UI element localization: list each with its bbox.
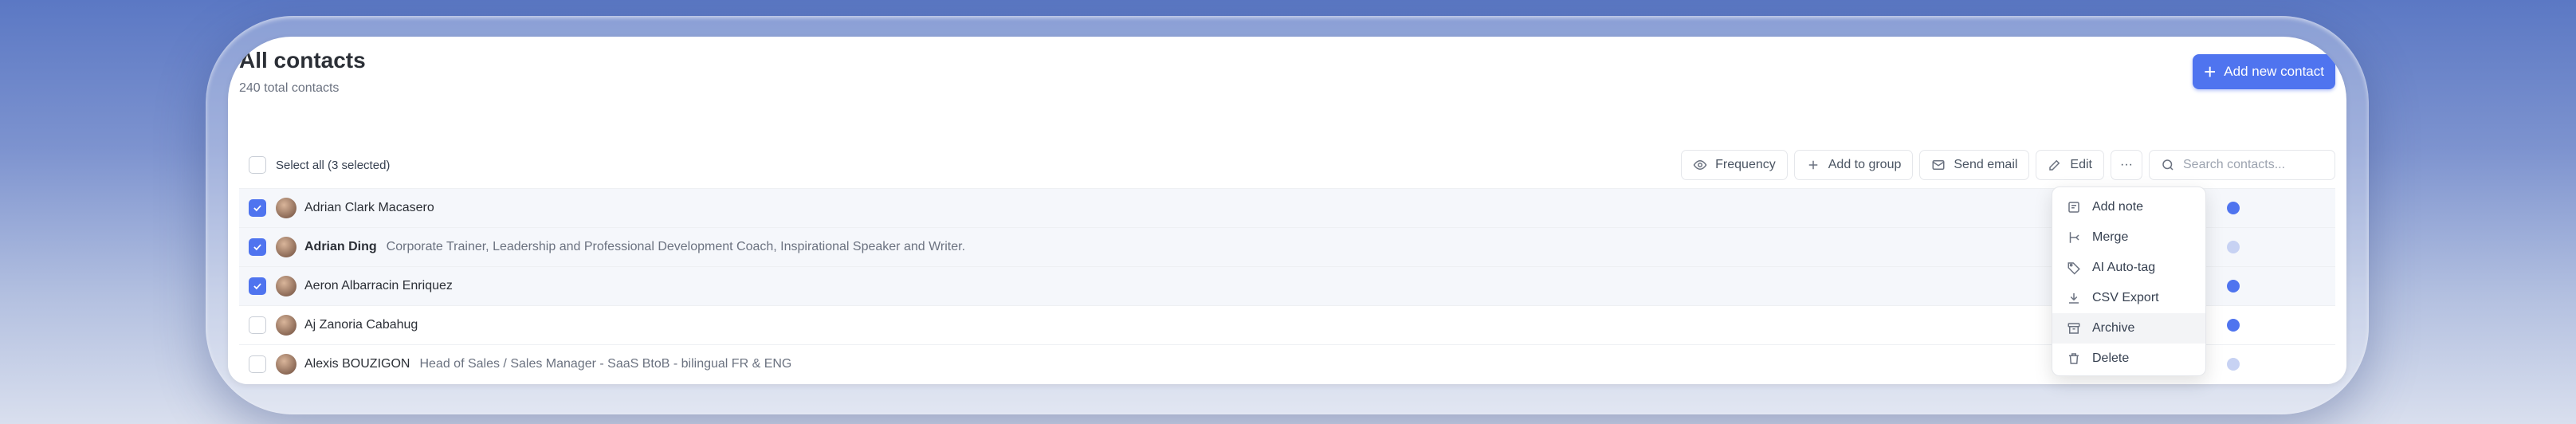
table-row[interactable]: Aj Zanoria Cabahug [239,305,2335,344]
avatar [276,315,296,336]
frequency-button[interactable]: Frequency [1681,150,1788,180]
search-input[interactable]: Search contacts... [2149,150,2335,180]
send-email-label: Send email [1954,158,2018,171]
edit-button[interactable]: Edit [2036,150,2104,180]
bulk-actions: Frequency Add to group Send email Edit ·… [1681,150,2335,180]
contacts-list: Adrian Clark Macasero Adrian Ding Corpor… [239,188,2335,383]
avatar [276,276,296,296]
row-checkbox[interactable] [249,355,266,373]
pencil-icon [2049,159,2060,171]
search-placeholder: Search contacts... [2183,158,2286,171]
add-to-group-label: Add to group [1828,158,1902,171]
tag-icon [2067,262,2080,275]
avatar [276,198,296,218]
contact-name: Aeron Albarracin Enriquez [304,279,453,292]
edit-label: Edit [2070,158,2092,171]
table-row[interactable]: Aeron Albarracin Enriquez [239,266,2335,305]
contacts-panel: All contacts 240 total contacts + Add ne… [228,37,2346,384]
archive-icon [2067,323,2080,334]
menu-item-archive[interactable]: Archive [2052,313,2205,344]
download-icon [2069,293,2079,304]
note-icon [2068,202,2079,213]
menu-item-label: Add note [2092,200,2144,214]
menu-item-label: AI Auto-tag [2092,261,2156,274]
status-badge [2227,241,2240,253]
plus-icon [1808,160,1817,170]
menu-item-delete[interactable]: Delete [2052,344,2205,374]
status-badge [2227,319,2240,332]
search-icon [2162,159,2174,171]
table-row[interactable]: Adrian Ding Corporate Trainer, Leadershi… [239,227,2335,266]
plus-icon: + [2204,60,2217,84]
send-email-button[interactable]: Send email [1919,150,2030,180]
row-checkbox[interactable] [249,277,266,295]
eye-icon [1693,159,1707,171]
add-to-group-button[interactable]: Add to group [1793,150,1914,180]
select-all-label: Select all (3 selected) [276,158,391,172]
row-checkbox[interactable] [249,238,266,256]
avatar [276,237,296,257]
contact-name: Alexis BOUZIGON [304,357,410,371]
more-actions-button[interactable]: ··· [2111,150,2142,180]
contact-description: Head of Sales / Sales Manager - SaaS Bto… [419,357,792,371]
page-title: All contacts [239,48,366,73]
mail-icon [1932,160,1945,170]
status-badge [2227,358,2240,371]
contacts-count: 240 total contacts [239,81,340,95]
frequency-label: Frequency [1715,158,1776,171]
avatar [276,354,296,375]
menu-item-label: CSV Export [2092,291,2159,304]
table-row[interactable]: Adrian Clark Macasero [239,188,2335,227]
menu-item-add-note[interactable]: Add note [2052,192,2205,222]
menu-item-ai-auto-tag[interactable]: AI Auto-tag [2052,253,2205,283]
select-all[interactable]: Select all (3 selected) [249,156,390,174]
menu-item-label: Archive [2092,321,2135,335]
more-actions-menu: Add note Merge AI Auto-tag CSV Export Ar… [2052,186,2206,376]
row-checkbox[interactable] [249,316,266,334]
merge-icon [2069,232,2079,243]
add-new-contact-label: Add new contact [2224,64,2324,79]
menu-item-merge[interactable]: Merge [2052,222,2205,253]
trash-icon [2069,353,2079,364]
add-new-contact-button[interactable]: + Add new contact [2193,54,2335,89]
contact-description: Corporate Trainer, Leadership and Profes… [386,240,966,253]
menu-item-csv-export[interactable]: CSV Export [2052,283,2205,313]
menu-item-label: Merge [2092,230,2129,244]
table-row[interactable]: Alexis BOUZIGON Head of Sales / Sales Ma… [239,344,2335,383]
toolbar: Select all (3 selected) Frequency Add to… [228,150,2346,182]
contact-name: Adrian Ding [304,240,377,253]
row-checkbox[interactable] [249,199,266,217]
menu-item-label: Delete [2092,351,2130,365]
more-icon: ··· [2120,158,2133,171]
contact-name: Adrian Clark Macasero [304,201,434,214]
status-badge [2227,202,2240,214]
status-badge [2227,280,2240,292]
contact-name: Aj Zanoria Cabahug [304,318,418,332]
select-all-checkbox[interactable] [249,156,266,174]
